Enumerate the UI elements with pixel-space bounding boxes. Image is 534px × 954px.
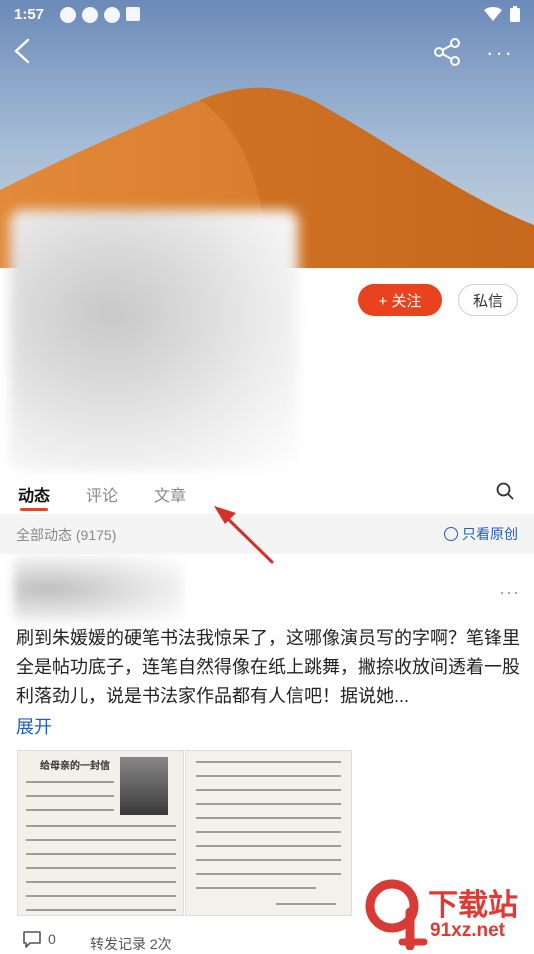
battery-icon	[510, 6, 520, 22]
search-button[interactable]	[496, 482, 514, 505]
comment-count: 0	[48, 931, 56, 947]
portrait-photo	[120, 757, 168, 815]
expand-link[interactable]: 展开	[16, 713, 52, 739]
profile-tabs: 动态 评论 文章	[0, 470, 534, 515]
active-tab-indicator	[20, 508, 48, 511]
post-image-letter-page-2[interactable]	[185, 750, 352, 916]
letter-title: 给母亲的一封信	[40, 761, 110, 772]
comment-button[interactable]: 0	[22, 930, 56, 948]
site-watermark: 下载站 91xz.net	[362, 876, 534, 950]
tab-comments[interactable]: 评论	[86, 482, 118, 506]
tab-articles[interactable]: 文章	[154, 482, 186, 506]
watermark-logo-icon	[365, 879, 428, 950]
original-only-toggle[interactable]: 只看原创	[444, 524, 518, 544]
status-bar: 1:57	[0, 0, 534, 30]
back-button[interactable]	[10, 36, 34, 71]
original-only-label: 只看原创	[462, 526, 518, 542]
search-icon	[496, 482, 514, 500]
private-message-button[interactable]: 私信	[458, 284, 518, 316]
share-icon	[434, 38, 460, 66]
a-notification-icon	[126, 7, 140, 21]
app-notification-icon	[60, 7, 76, 23]
comment-icon	[23, 931, 41, 948]
back-arrow-icon	[14, 38, 30, 64]
tab-dynamics[interactable]: 动态	[18, 482, 50, 506]
post-image-letter-page-1[interactable]: 给母亲的一封信	[17, 750, 184, 916]
wifi-icon	[484, 7, 502, 21]
feed-filter-bar: 全部动态 (9175) 只看原创	[0, 514, 534, 554]
all-dynamics-count: 全部动态 (9175)	[16, 527, 117, 543]
post-more-button[interactable]: ···	[499, 582, 520, 603]
forward-record[interactable]: 转发记录 2次	[90, 934, 172, 954]
status-time: 1:57	[14, 6, 45, 23]
app-notification-icon	[82, 7, 98, 23]
more-dots-icon: ···	[486, 40, 514, 65]
more-options-button[interactable]: ···	[486, 40, 514, 66]
app-notification-icon	[104, 7, 120, 23]
profile-info-blurred	[10, 210, 298, 470]
share-button[interactable]	[432, 38, 462, 71]
radio-icon	[444, 527, 458, 541]
watermark-site: 91xz.net	[430, 920, 505, 941]
post-author-blurred	[14, 556, 182, 622]
post-text[interactable]: 刷到朱媛媛的硬笔书法我惊呆了，这哪像演员写的字啊？笔锋里全是帖功底子，连笔自然得…	[16, 624, 520, 711]
watermark-brand: 下载站	[428, 889, 518, 922]
follow-button[interactable]: + 关注	[358, 284, 442, 316]
